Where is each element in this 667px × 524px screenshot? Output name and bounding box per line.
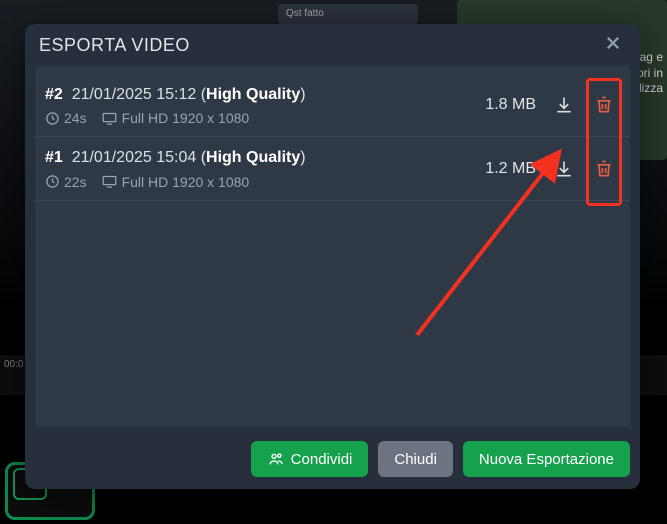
share-button[interactable]: Condividi — [251, 441, 369, 477]
export-modal: ESPORTA VIDEO #2 21/01/2025 15:12 (High … — [25, 24, 640, 489]
bg-card-label: Qst fatto — [286, 8, 324, 19]
modal-body: #2 21/01/2025 15:12 (High Quality) 24s F… — [35, 66, 630, 427]
share-label: Condividi — [291, 451, 353, 468]
display-icon — [101, 174, 118, 189]
export-meta-line: 24s Full HD 1920 x 1080 — [45, 110, 485, 126]
clock-icon — [45, 111, 60, 126]
export-resolution: Full HD 1920 x 1080 — [122, 174, 250, 190]
export-duration: 24s — [64, 110, 87, 126]
close-modal-button[interactable]: Chiudi — [378, 441, 453, 477]
download-button[interactable] — [552, 93, 576, 117]
new-export-button[interactable]: Nuova Esportazione — [463, 441, 630, 477]
export-title-line: #1 21/01/2025 15:04 (High Quality) — [45, 147, 485, 169]
bg-card: Qst fatto — [278, 4, 418, 24]
people-icon — [267, 451, 285, 467]
export-date: 21/01/2025 15:04 — [72, 149, 197, 166]
close-button[interactable] — [600, 32, 626, 58]
export-row: #1 21/01/2025 15:04 (High Quality) 22s F… — [35, 137, 630, 200]
file-size: 1.8 MB — [485, 96, 536, 114]
modal-header: ESPORTA VIDEO — [25, 24, 640, 66]
display-icon — [101, 111, 118, 126]
export-info: #1 21/01/2025 15:04 (High Quality) 22s F… — [45, 147, 485, 189]
clock-icon — [45, 174, 60, 189]
modal-footer: Condividi Chiudi Nuova Esportazione — [25, 427, 640, 489]
new-export-label: Nuova Esportazione — [479, 451, 614, 468]
export-actions: 1.8 MB — [485, 93, 616, 117]
export-duration: 22s — [64, 174, 87, 190]
export-quality: High Quality — [206, 149, 300, 166]
export-title-line: #2 21/01/2025 15:12 (High Quality) — [45, 84, 485, 106]
export-info: #2 21/01/2025 15:12 (High Quality) 24s F… — [45, 84, 485, 126]
close-icon — [604, 34, 622, 52]
file-size: 1.2 MB — [485, 160, 536, 178]
delete-button[interactable] — [592, 157, 616, 181]
modal-title: ESPORTA VIDEO — [39, 35, 190, 56]
export-resolution: Full HD 1920 x 1080 — [122, 110, 250, 126]
bg-timecode: 00:0 — [4, 359, 23, 370]
download-icon — [554, 95, 574, 115]
trash-icon — [594, 95, 614, 115]
delete-button[interactable] — [592, 93, 616, 117]
trash-icon — [594, 159, 614, 179]
export-quality: High Quality — [206, 86, 300, 103]
export-date: 21/01/2025 15:12 — [72, 86, 197, 103]
export-index: #1 — [45, 149, 63, 166]
export-index: #2 — [45, 86, 63, 103]
export-meta-line: 22s Full HD 1920 x 1080 — [45, 174, 485, 190]
export-row: #2 21/01/2025 15:12 (High Quality) 24s F… — [35, 74, 630, 137]
close-label: Chiudi — [394, 451, 437, 468]
export-actions: 1.2 MB — [485, 157, 616, 181]
download-button[interactable] — [552, 157, 576, 181]
download-icon — [554, 159, 574, 179]
